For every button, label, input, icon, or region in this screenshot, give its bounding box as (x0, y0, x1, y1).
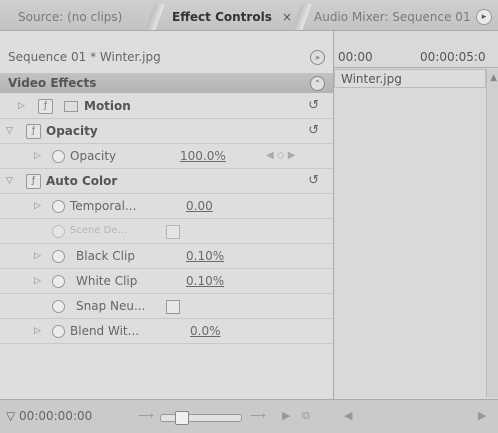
tab-source-label: Source: (no clips) (18, 10, 123, 24)
keyframe-nav-icon[interactable]: ◀ ◇ ▶ (266, 144, 295, 168)
zoom-out-icon[interactable]: ⟶ (138, 409, 154, 422)
current-timecode[interactable]: ▽ 00:00:00:00 (6, 409, 92, 423)
param-row-scene-detect: Scene De... (0, 219, 333, 244)
param-label-white-clip: White Clip (76, 274, 138, 288)
param-row-blend-with: ▷ Blend Wit... 0.0% (0, 319, 333, 344)
vertical-scrollbar[interactable] (486, 69, 498, 397)
fx-toggle-icon[interactable]: ƒ (38, 99, 53, 114)
param-row-opacity: ▷ Opacity 100.0% ◀ ◇ ▶ (0, 144, 333, 169)
param-value-black-clip[interactable]: 0.10% (186, 244, 224, 268)
tab-source[interactable]: Source: (no clips) (18, 6, 122, 28)
param-row-black-clip: ▷ Black Clip 0.10% (0, 244, 333, 269)
stopwatch-icon[interactable] (52, 200, 65, 213)
loop-audio-icon[interactable]: ⧉ (302, 409, 310, 423)
effect-label-opacity: Opacity (46, 124, 98, 138)
tab-effect-controls-label: Effect Controls (172, 10, 272, 24)
scroll-up-icon[interactable]: ▲ (490, 73, 497, 83)
collapse-triangle-icon[interactable]: ▽ (6, 119, 13, 143)
expand-triangle-icon[interactable]: ▷ (34, 319, 41, 343)
panel-menu-icon[interactable]: ▸ (476, 9, 492, 25)
effect-label-motion: Motion (64, 94, 131, 118)
collapse-triangle-icon[interactable]: ▽ (6, 169, 13, 193)
snap-neutral-checkbox[interactable] (166, 300, 180, 314)
close-icon[interactable]: × (282, 10, 292, 24)
param-label-temporal: Temporal... (70, 199, 137, 213)
tab-separator (145, 4, 165, 30)
expand-triangle-icon[interactable]: ▷ (34, 244, 41, 268)
param-label-snap-neutral: Snap Neu... (76, 299, 146, 313)
panel-footer: ▽ 00:00:00:00 ⟶ ⟶ ▶ ⧉ ◀ ▶ (0, 399, 498, 433)
timeline-view: 00:00 00:00:05:0 Winter.jpg ▲ (333, 31, 498, 399)
scroll-left-icon[interactable]: ◀ (344, 409, 352, 422)
reset-icon[interactable]: ↺ (308, 94, 319, 118)
tab-audio-mixer[interactable]: Audio Mixer: Sequence 01 (314, 6, 471, 28)
stopwatch-icon (52, 225, 65, 238)
zoom-slider-thumb[interactable] (175, 411, 189, 425)
time-ruler[interactable]: 00:00 00:00:05:0 (334, 47, 498, 68)
param-value-blend-with[interactable]: 0.0% (190, 319, 221, 343)
effect-label-auto-color: Auto Color (46, 174, 118, 188)
param-value-opacity[interactable]: 100.0% (180, 144, 226, 168)
video-effects-header: Video Effects ⌃ (0, 73, 333, 93)
fx-toggle-icon[interactable]: ƒ (26, 124, 41, 139)
param-row-temporal: ▷ Temporal... 0.00 (0, 194, 333, 219)
expand-triangle-icon[interactable]: ▷ (34, 269, 41, 293)
param-label-opacity: Opacity (70, 149, 117, 163)
effect-row-auto-color[interactable]: ▽ ƒ Auto Color ↺ (0, 169, 333, 194)
clip-name: Winter.jpg (341, 72, 402, 86)
show-timeline-icon[interactable]: » (310, 50, 325, 65)
scene-detect-checkbox[interactable] (166, 225, 180, 239)
sequence-label: Sequence 01 * Winter.jpg (8, 50, 161, 64)
param-row-white-clip: ▷ White Clip 0.10% (0, 269, 333, 294)
effect-row-motion[interactable]: ▷ ƒ Motion ↺ (0, 94, 333, 119)
tab-effect-controls[interactable]: Effect Controls × (172, 6, 292, 28)
ruler-start-time: 00:00 (338, 50, 373, 64)
param-label-black-clip: Black Clip (76, 249, 135, 263)
param-row-snap-neutral: Snap Neu... (0, 294, 333, 319)
expand-triangle-icon[interactable]: ▷ (18, 94, 25, 118)
clip-bar[interactable]: Winter.jpg (334, 69, 486, 88)
ruler-end-time: 00:00:05:0 (420, 50, 486, 64)
stopwatch-icon[interactable] (52, 275, 65, 288)
stopwatch-icon[interactable] (52, 300, 65, 313)
fx-toggle-icon[interactable]: ƒ (26, 174, 41, 189)
param-label-blend-with: Blend Wit... (70, 324, 140, 338)
zoom-slider[interactable] (160, 411, 242, 425)
motion-label-text: Motion (84, 99, 131, 113)
stopwatch-icon[interactable] (52, 325, 65, 338)
sequence-row: Sequence 01 * Winter.jpg » (0, 47, 333, 67)
zoom-in-icon[interactable]: ⟶ (250, 409, 266, 422)
tab-separator (292, 4, 312, 30)
panel-tab-bar: Source: (no clips) Effect Controls × Aud… (0, 0, 498, 31)
param-value-white-clip[interactable]: 0.10% (186, 269, 224, 293)
scroll-right-icon[interactable]: ▶ (478, 409, 486, 422)
collapse-icon[interactable]: ⌃ (310, 76, 325, 91)
video-effects-label: Video Effects (8, 76, 97, 90)
expand-triangle-icon[interactable]: ▷ (34, 144, 41, 168)
param-value-temporal[interactable]: 0.00 (186, 194, 213, 218)
stopwatch-icon[interactable] (52, 150, 65, 163)
play-audio-icon[interactable]: ▶ (282, 409, 290, 422)
param-label-scene-detect: Scene De... (70, 225, 128, 236)
tab-audio-mixer-label: Audio Mixer: Sequence 01 (314, 10, 471, 24)
expand-triangle-icon[interactable]: ▷ (34, 194, 41, 218)
reset-icon[interactable]: ↺ (308, 169, 319, 193)
current-timecode-text: 00:00:00:00 (19, 409, 93, 423)
effect-row-opacity[interactable]: ▽ ƒ Opacity ↺ (0, 119, 333, 144)
stopwatch-icon[interactable] (52, 250, 65, 263)
effect-controls-panel: Sequence 01 * Winter.jpg » Video Effects… (0, 31, 333, 399)
reset-icon[interactable]: ↺ (308, 119, 319, 143)
